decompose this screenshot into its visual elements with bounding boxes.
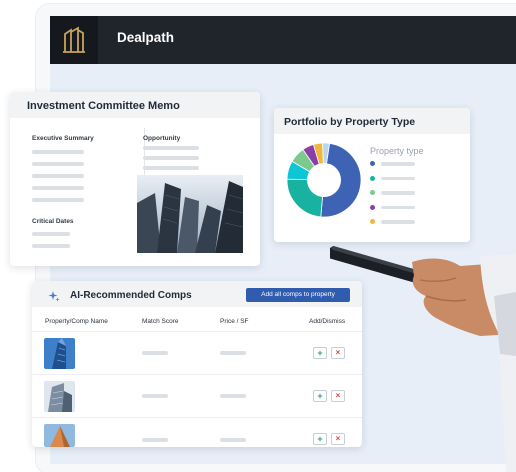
- opportunity-label: Opportunity: [143, 135, 181, 142]
- app-name: Dealpath: [117, 30, 175, 45]
- table-divider: [32, 331, 362, 332]
- legend-title: Property type: [370, 146, 424, 156]
- row-divider: [32, 374, 362, 375]
- portfolio-card[interactable]: Portfolio by Property Type Property type: [274, 108, 470, 242]
- sparkle-icon: [48, 291, 60, 302]
- comps-title: AI-Recommended Comps: [70, 290, 192, 301]
- legend-swatch: [370, 175, 375, 181]
- property-type-donut-chart[interactable]: [286, 142, 362, 218]
- price-sf-placeholder: [220, 438, 246, 442]
- dealpath-logo-icon[interactable]: [50, 16, 98, 64]
- add-comp-button[interactable]: +: [313, 433, 327, 445]
- match-score-placeholder: [142, 394, 168, 398]
- legend-label-placeholder: [381, 176, 415, 180]
- text-placeholder: [32, 162, 84, 166]
- add-comp-button[interactable]: +: [313, 390, 327, 402]
- legend-swatch: [370, 190, 375, 195]
- text-placeholder: [32, 198, 84, 202]
- hand-holding-phone-image: [330, 246, 516, 472]
- text-placeholder: [32, 244, 70, 248]
- text-placeholder: [32, 174, 84, 178]
- comp-thumbnail[interactable]: [44, 424, 75, 447]
- critical-dates-label: Critical Dates: [32, 218, 74, 225]
- text-placeholder: [143, 156, 199, 160]
- building-photo: [137, 175, 243, 253]
- ai-comps-card[interactable]: AI-Recommended Comps Add all comps to pr…: [32, 281, 362, 447]
- legend-swatch: [370, 161, 375, 166]
- match-score-placeholder: [142, 438, 168, 442]
- column-header-match-score: Match Score: [142, 318, 179, 325]
- executive-summary-label: Executive Summary: [32, 135, 94, 142]
- legend-label-placeholder: [381, 220, 415, 224]
- legend-label-placeholder: [381, 191, 415, 195]
- column-header-property: Property/Comp Name: [45, 318, 108, 325]
- legend-swatch: [370, 219, 375, 224]
- text-placeholder: [143, 166, 199, 170]
- portfolio-title: Portfolio by Property Type: [284, 116, 416, 128]
- comp-thumbnail[interactable]: [44, 338, 75, 369]
- text-placeholder: [32, 186, 84, 190]
- top-bar: Dealpath: [50, 16, 516, 64]
- legend-label-placeholder: [381, 205, 415, 209]
- text-placeholder: [143, 146, 199, 150]
- row-divider: [32, 417, 362, 418]
- add-comp-button[interactable]: +: [313, 347, 327, 359]
- memo-title: Investment Committee Memo: [27, 100, 180, 112]
- match-score-placeholder: [142, 351, 168, 355]
- text-placeholder: [32, 150, 84, 154]
- legend-swatch: [370, 204, 375, 210]
- investment-memo-card[interactable]: Investment Committee Memo Executive Summ…: [10, 92, 260, 266]
- comp-thumbnail[interactable]: [44, 381, 75, 412]
- price-sf-placeholder: [220, 351, 246, 355]
- text-placeholder: [32, 232, 70, 236]
- column-header-price-sf: Price / SF: [220, 318, 249, 325]
- price-sf-placeholder: [220, 394, 246, 398]
- legend-label-placeholder: [381, 162, 415, 166]
